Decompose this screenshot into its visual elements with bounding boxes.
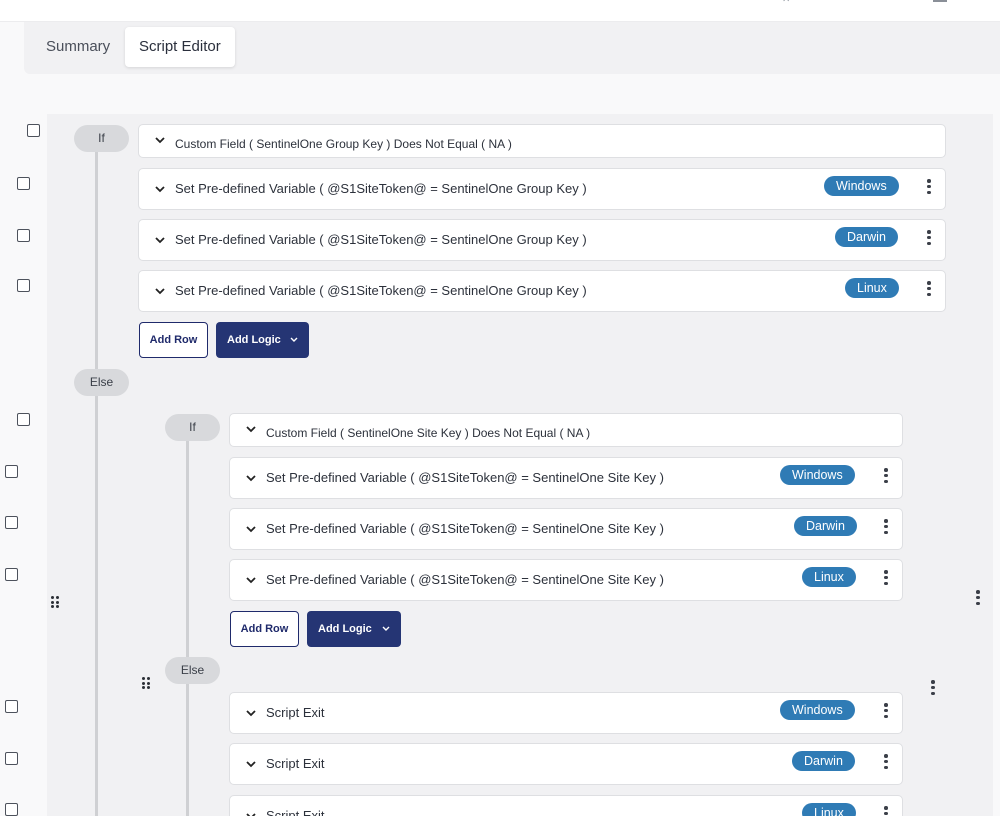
chevron-down-icon[interactable] [244,757,258,771]
os-badge: Darwin [792,751,855,771]
if-pill: If [74,125,129,152]
condition-card[interactable]: Custom Field ( SentinelOne Group Key ) D… [138,124,946,158]
more-icon[interactable] [884,754,888,770]
add-row-button[interactable]: Add Row [230,611,299,647]
action-text: Set Pre-defined Variable ( @S1SiteToken@… [266,572,664,587]
outer-branch-line [95,150,98,816]
menu-icon[interactable] [933,0,947,2]
action-text: Set Pre-defined Variable ( @S1SiteToken@… [175,181,587,196]
os-badge: Windows [780,465,855,485]
more-icon[interactable] [931,680,935,696]
more-icon[interactable] [884,806,888,816]
action-card[interactable]: Set Pre-defined Variable ( @S1SiteToken@… [229,457,903,499]
tab-summary[interactable]: Summary [32,27,124,67]
action-text: Script Exit [266,756,325,771]
drag-handle-icon[interactable] [51,596,60,608]
os-badge: Darwin [835,227,898,247]
action-card[interactable]: Set Pre-defined Variable ( @S1SiteToken@… [229,559,903,601]
os-badge: Linux [802,567,856,587]
action-text: Set Pre-defined Variable ( @S1SiteToken@… [175,283,587,298]
row-checkbox[interactable] [5,700,18,713]
more-icon[interactable] [927,179,931,195]
action-text: Set Pre-defined Variable ( @S1SiteToken@… [266,521,664,536]
action-card[interactable]: Script Exit Linux [229,795,903,816]
add-logic-button[interactable]: Add Logic [216,322,309,358]
row-checkbox[interactable] [5,568,18,581]
chevron-down-icon [382,626,390,631]
more-icon[interactable] [884,570,888,586]
chevron-down-icon [290,337,298,342]
chevron-down-icon[interactable] [244,422,258,436]
row-checkbox[interactable] [5,465,18,478]
row-checkbox[interactable] [5,516,18,529]
more-icon[interactable] [884,519,888,535]
action-card[interactable]: Script Exit Windows [229,692,903,734]
add-row-button[interactable]: Add Row [139,322,208,358]
add-logic-label: Add Logic [227,334,281,346]
inner-branch-line [186,440,189,816]
chevron-down-icon[interactable] [153,182,167,196]
action-card[interactable]: Script Exit Darwin [229,743,903,785]
action-card[interactable]: Set Pre-defined Variable ( @S1SiteToken@… [138,168,946,210]
row-checkbox[interactable] [27,124,40,137]
row-checkbox[interactable] [17,229,30,242]
if-pill: If [165,414,220,441]
chevron-down-icon[interactable] [153,133,167,147]
action-card[interactable]: Set Pre-defined Variable ( @S1SiteToken@… [138,270,946,312]
add-logic-button[interactable]: Add Logic [307,611,401,647]
row-checkbox[interactable] [5,752,18,765]
action-text: Script Exit [266,705,325,720]
else-pill: Else [74,369,129,396]
chevron-down-icon[interactable] [244,809,258,816]
action-card[interactable]: Set Pre-defined Variable ( @S1SiteToken@… [138,219,946,261]
tab-script-editor[interactable]: Script Editor [125,27,235,67]
else-pill: Else [165,657,220,684]
row-checkbox[interactable] [17,279,30,292]
more-icon[interactable] [927,281,931,297]
drag-handle-icon[interactable] [142,677,151,689]
condition-text: Custom Field ( SentinelOne Group Key ) D… [175,137,512,151]
os-badge: Darwin [794,516,857,536]
chevron-down-icon[interactable] [244,573,258,587]
row-checkbox[interactable] [17,177,30,190]
action-text: Script Exit [266,808,325,816]
top-bar: ✕ [0,0,1000,22]
more-icon[interactable] [884,468,888,484]
condition-text: Custom Field ( SentinelOne Site Key ) Do… [266,426,591,440]
condition-card[interactable]: Custom Field ( SentinelOne Site Key ) Do… [229,413,903,447]
tab-strip: Summary Script Editor [24,22,1000,74]
os-badge: Windows [780,700,855,720]
add-logic-label: Add Logic [318,623,372,635]
os-badge: Linux [845,278,899,298]
chevron-down-icon[interactable] [244,706,258,720]
more-icon[interactable] [884,703,888,719]
row-checkbox[interactable] [5,803,18,816]
action-text: Set Pre-defined Variable ( @S1SiteToken@… [175,232,587,247]
chevron-down-icon[interactable] [153,284,167,298]
action-text: Set Pre-defined Variable ( @S1SiteToken@… [266,470,664,485]
more-icon[interactable] [927,230,931,246]
chevron-down-icon[interactable] [244,522,258,536]
more-icon[interactable] [976,590,980,606]
chevron-down-icon[interactable] [153,233,167,247]
chevron-down-icon[interactable] [244,471,258,485]
os-badge: Linux [802,803,856,816]
os-badge: Windows [824,176,899,196]
action-card[interactable]: Set Pre-defined Variable ( @S1SiteToken@… [229,508,903,550]
close-icon[interactable]: ✕ [782,0,794,5]
row-checkbox[interactable] [17,413,30,426]
